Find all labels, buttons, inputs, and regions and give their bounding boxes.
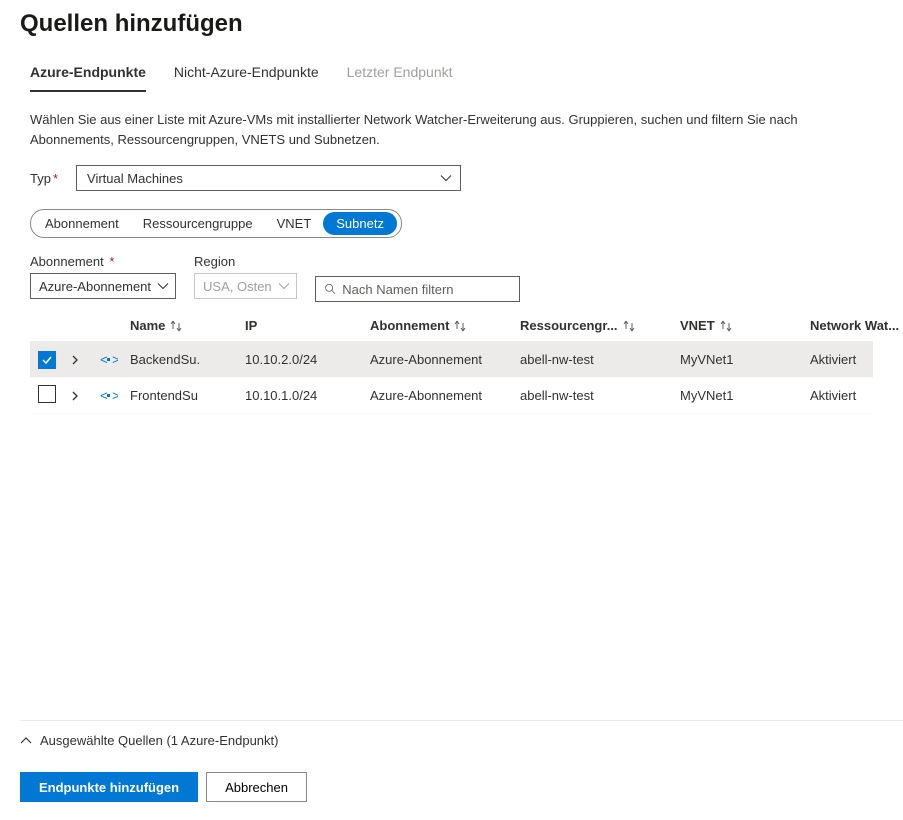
sort-icon [169, 319, 183, 333]
row-rg: abell-nw-test [520, 388, 680, 403]
table-header: Name IP Abonnement Ressourcengr... VNET … [30, 310, 873, 342]
pill-abonnement[interactable]: Abonnement [33, 213, 131, 234]
row-abonnement: Azure-Abonnement [370, 388, 520, 403]
chevron-down-icon [440, 172, 452, 184]
add-endpoints-button[interactable]: Endpunkte hinzufügen [20, 772, 198, 802]
selected-summary-text: Ausgewählte Quellen (1 Azure-Endpunkt) [40, 733, 278, 748]
row-vnet: MyVNet1 [680, 388, 810, 403]
type-label: Typ* [30, 171, 58, 186]
svg-text:>: > [112, 389, 118, 403]
tabs: Azure-Endpunkte Nicht-Azure-Endpunkte Le… [30, 56, 873, 92]
row-name[interactable]: FrontendSu [130, 388, 245, 403]
search-input[interactable] [342, 282, 510, 297]
col-abonnement[interactable]: Abonnement [370, 318, 520, 333]
svg-text:>: > [112, 353, 118, 367]
sort-icon [453, 319, 467, 333]
row-checkbox[interactable] [38, 385, 56, 403]
cancel-button[interactable]: Abbrechen [206, 772, 307, 802]
col-vnet[interactable]: VNET [680, 318, 810, 333]
col-name[interactable]: Name [130, 318, 245, 333]
chevron-down-icon [157, 280, 169, 292]
selected-summary[interactable]: Ausgewählte Quellen (1 Azure-Endpunkt) [20, 720, 903, 752]
row-nw-status[interactable]: Aktiviert [810, 352, 903, 367]
region-filter-label: Region [194, 254, 297, 269]
row-abonnement: Azure-Abonnement [370, 352, 520, 367]
chevron-right-icon [70, 355, 80, 365]
abonnement-filter-dropdown[interactable]: Azure-Abonnement [30, 273, 176, 299]
col-rg[interactable]: Ressourcengr... [520, 318, 680, 333]
expand-chevron[interactable] [70, 355, 100, 365]
abonnement-filter-label: Abonnement * [30, 254, 176, 269]
panel-title: Quellen hinzufügen [20, 10, 883, 38]
endpoints-table: Name IP Abonnement Ressourcengr... VNET … [30, 310, 873, 414]
sort-icon [719, 319, 733, 333]
col-nw[interactable]: Network Wat... [810, 318, 903, 333]
abonnement-filter-value: Azure-Abonnement [39, 279, 151, 294]
row-rg: abell-nw-test [520, 352, 680, 367]
row-ip: 10.10.1.0/24 [245, 388, 370, 403]
svg-text:<: < [100, 389, 108, 403]
type-dropdown-value: Virtual Machines [87, 171, 183, 186]
search-icon [324, 282, 337, 296]
tab-last-endpoint: Letzter Endpunkt [347, 56, 453, 92]
pill-subnetz[interactable]: Subnetz [323, 212, 397, 235]
tab-azure-endpoints[interactable]: Azure-Endpunkte [30, 56, 146, 92]
svg-text:<: < [100, 353, 108, 367]
row-vnet: MyVNet1 [680, 352, 810, 367]
chevron-right-icon [70, 391, 80, 401]
type-dropdown[interactable]: Virtual Machines [76, 165, 461, 191]
sort-icon [622, 319, 636, 333]
subnet-icon: < > [100, 353, 130, 367]
row-checkbox[interactable] [38, 351, 56, 369]
table-row[interactable]: < > BackendSu. 10.10.2.0/24 Azure-Abonne… [30, 342, 873, 378]
region-filter-value: USA, Osten [203, 279, 272, 294]
row-name[interactable]: BackendSu. [130, 352, 245, 367]
group-by-pills: Abonnement Ressourcengruppe VNET Subnetz [30, 209, 402, 238]
row-ip: 10.10.2.0/24 [245, 352, 370, 367]
pill-ressourcengruppe[interactable]: Ressourcengruppe [131, 213, 265, 234]
col-ip[interactable]: IP [245, 318, 370, 333]
row-nw-status[interactable]: Aktiviert [810, 388, 903, 403]
description-text: Wählen Sie aus einer Liste mit Azure-VMs… [30, 110, 810, 149]
search-box[interactable] [315, 276, 520, 302]
check-icon [41, 354, 53, 366]
pill-vnet[interactable]: VNET [265, 213, 324, 234]
subnet-icon: < > [100, 389, 130, 403]
chevron-down-icon [278, 280, 290, 292]
table-row[interactable]: < > FrontendSu 10.10.1.0/24 Azure-Abonne… [30, 378, 873, 414]
region-filter-dropdown: USA, Osten [194, 273, 297, 299]
expand-chevron[interactable] [70, 391, 100, 401]
tab-non-azure-endpoints[interactable]: Nicht-Azure-Endpunkte [174, 56, 319, 92]
chevron-up-icon [20, 735, 32, 747]
